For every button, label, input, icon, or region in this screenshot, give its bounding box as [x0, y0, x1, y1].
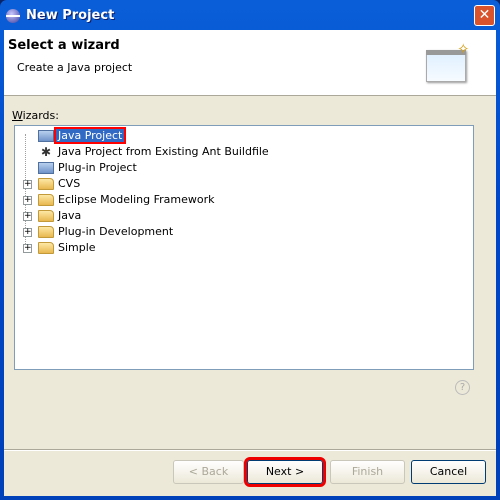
eclipse-icon	[6, 9, 20, 23]
expand-icon[interactable]: +	[23, 180, 32, 189]
ant-icon: ✱	[40, 145, 52, 159]
expand-icon[interactable]: +	[23, 196, 32, 205]
new-project-dialog: New Project ✕ Select a wizard Create a J…	[0, 0, 500, 500]
wizard-banner-icon: ✧	[426, 40, 470, 84]
tree-item-java[interactable]: + Java	[23, 208, 83, 224]
folder-icon	[38, 226, 54, 238]
title-bar: New Project ✕	[0, 0, 500, 30]
folder-icon	[38, 210, 54, 222]
java-project-icon	[38, 130, 54, 142]
back-button[interactable]: < Back	[173, 460, 244, 484]
tree-item-java-project[interactable]: Java Project	[38, 127, 127, 144]
divider	[4, 449, 496, 451]
expand-icon[interactable]: +	[23, 212, 32, 221]
folder-icon	[38, 242, 54, 254]
folder-icon	[38, 178, 54, 190]
next-button[interactable]: Next >	[244, 457, 326, 487]
expand-icon[interactable]: +	[23, 244, 32, 253]
help-icon[interactable]: ?	[455, 380, 470, 395]
wizards-tree[interactable]: Java Project ✱ Java Project from Existing…	[14, 125, 474, 370]
tree-item-emf[interactable]: + Eclipse Modeling Framework	[23, 192, 217, 208]
cancel-button[interactable]: Cancel	[411, 460, 486, 484]
page-description: Create a Java project	[17, 61, 133, 74]
tree-item-plugin-development[interactable]: + Plug-in Development	[23, 224, 175, 240]
expand-icon[interactable]: +	[23, 228, 32, 237]
finish-button[interactable]: Finish	[330, 460, 405, 484]
wizard-header: Select a wizard Create a Java project ✧	[4, 30, 496, 96]
tree-item-simple[interactable]: + Simple	[23, 240, 98, 256]
dialog-body: Select a wizard Create a Java project ✧ …	[4, 30, 496, 496]
tree-item-plugin-project[interactable]: Plug-in Project	[38, 160, 139, 176]
plugin-project-icon	[38, 162, 54, 174]
tree-item-ant-buildfile[interactable]: ✱ Java Project from Existing Ant Buildfil…	[41, 144, 271, 160]
tree-item-cvs[interactable]: + CVS	[23, 176, 82, 192]
window-title: New Project	[26, 8, 115, 23]
wizards-label: Wizards:	[12, 109, 59, 122]
folder-icon	[38, 194, 54, 206]
close-button[interactable]: ✕	[474, 5, 495, 26]
page-title: Select a wizard	[8, 38, 120, 53]
